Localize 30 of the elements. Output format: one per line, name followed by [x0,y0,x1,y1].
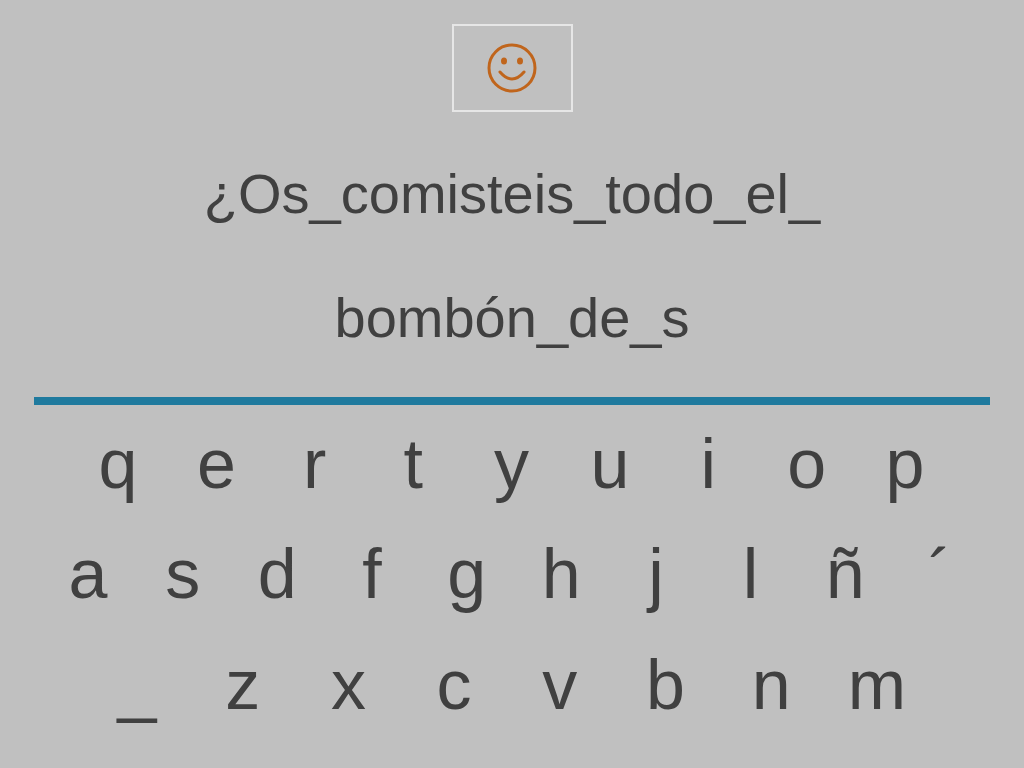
letter-key[interactable]: n [726,640,817,730]
letter-key[interactable]: d [237,529,318,619]
letter-key[interactable]: c [409,640,500,730]
letter-key[interactable]: b [620,640,711,730]
letter-key[interactable]: ´ [899,529,980,619]
letter-key[interactable]: q [73,419,163,509]
letter-key[interactable]: x [303,640,394,730]
letter-key[interactable]: z [197,640,288,730]
letter-key[interactable]: h [521,529,602,619]
letter-key[interactable]: _ [92,640,182,730]
letter-key[interactable]: a [48,529,128,619]
letter-key[interactable]: s [142,529,223,619]
letter-key[interactable]: t [368,419,459,509]
letter-key[interactable]: ñ [805,529,886,619]
letter-key[interactable]: f [331,529,412,619]
letter-key[interactable]: g [426,529,507,619]
letter-key[interactable]: i [663,419,754,509]
letter-key[interactable]: l [710,529,791,619]
letter-key[interactable]: u [564,419,655,509]
letter-key[interactable]: v [514,640,605,730]
question-text: bombón_de_s [334,285,690,351]
letter-key[interactable]: o [761,419,852,509]
letter-key[interactable]: y [466,419,557,509]
letter-key[interactable]: p [860,419,950,509]
letter-key[interactable]: j [615,529,696,619]
letter-key[interactable]: r [269,419,360,509]
question-text: ¿Os_comisteis_todo_el_ [203,161,821,227]
letter-key[interactable]: e [171,419,262,509]
smiley-icon [486,42,538,94]
letter-key[interactable]: m [831,640,922,730]
